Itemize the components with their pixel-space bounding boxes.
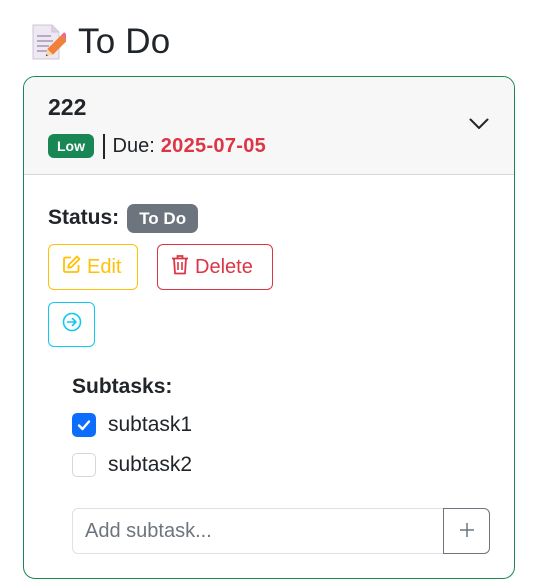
edit-button-label: Edit [87,255,122,278]
edit-icon [62,255,81,280]
meta-divider [103,133,105,159]
status-row: Status: To Do [48,203,490,233]
add-subtask-row [72,508,490,554]
arrow-right-circle-icon [62,312,82,337]
add-subtask-input[interactable] [72,508,443,554]
subtask-item: subtask1 [72,411,490,439]
task-card-body: Status: To Do Edit Delete Subtasks: subt… [24,175,514,479]
status-badge: To Do [127,203,199,233]
due-label: Due: [112,134,155,157]
subtask-checkbox[interactable] [72,413,96,437]
status-label: Status: [48,206,120,229]
edit-button[interactable]: Edit [48,244,138,290]
task-name: 222 [48,94,87,120]
priority-badge: Low [48,134,94,158]
due-date: 2025-07-05 [160,134,267,157]
trash-icon [171,254,189,281]
task-card: 222 Low Due: 2025-07-05 Status: To Do Ed… [23,76,515,579]
plus-icon [459,522,475,541]
memo-pencil-icon [30,23,70,61]
task-card-header[interactable]: 222 Low Due: 2025-07-05 [24,77,514,175]
page-header: To Do [30,22,170,62]
subtask-label: subtask2 [108,453,193,476]
subtask-label: subtask1 [108,413,193,436]
subtask-checkbox[interactable] [72,453,96,477]
add-subtask-button[interactable] [443,508,490,554]
page-title: To Do [78,22,171,61]
delete-button[interactable]: Delete [157,244,273,290]
task-actions: Edit Delete [48,244,490,290]
subtasks-title: Subtasks: [72,375,173,398]
task-meta: Low Due: 2025-07-05 [48,133,490,159]
move-next-button[interactable] [48,302,95,347]
delete-button-label: Delete [195,255,253,278]
chevron-down-icon[interactable] [468,113,490,135]
subtask-item: subtask2 [72,451,490,479]
subtasks-section: Subtasks: subtask1 subtask2 [72,375,490,479]
